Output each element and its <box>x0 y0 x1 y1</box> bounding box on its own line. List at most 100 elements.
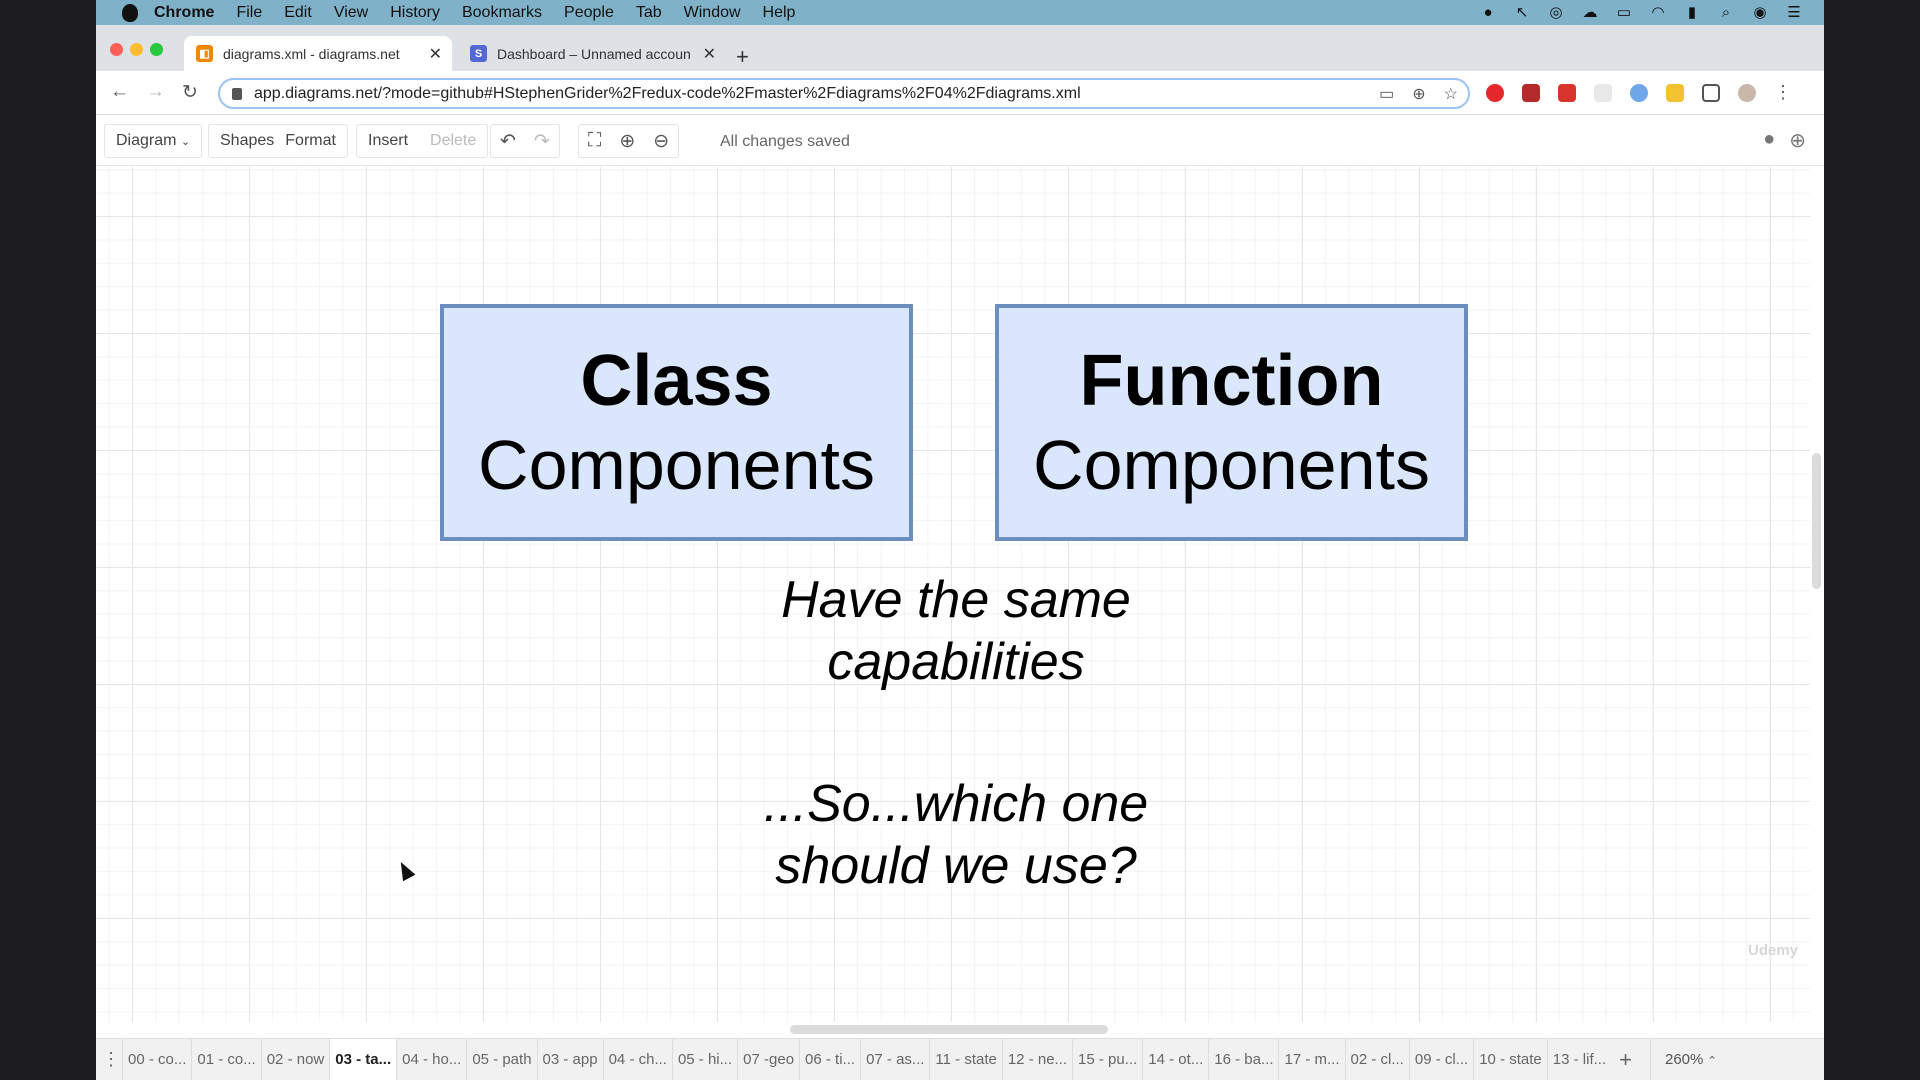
delete-button[interactable]: Delete <box>419 132 487 150</box>
url-text[interactable]: app.diagrams.net/?mode=github#HStephenGr… <box>254 85 1081 103</box>
menu-tab[interactable]: Tab <box>636 4 662 22</box>
siri-icon[interactable]: ◉ <box>1750 3 1770 21</box>
display-icon[interactable]: ▭ <box>1614 3 1634 21</box>
apple-logo-icon[interactable] <box>122 3 138 22</box>
undo-icon[interactable]: ↶ <box>491 130 525 153</box>
redo-icon[interactable]: ↷ <box>525 130 559 153</box>
bookmark-star-icon[interactable]: ☆ <box>1444 84 1458 104</box>
page-tab[interactable]: 07 - as... <box>860 1038 929 1080</box>
wifi-icon[interactable]: ◠ <box>1648 3 1668 21</box>
diagram-toolbar: Diagram ⌄ Shapes Format Insert Delete ↶ … <box>96 116 1824 166</box>
page-tab[interactable]: 00 - co... <box>122 1038 191 1080</box>
reading-list-icon[interactable] <box>1702 83 1720 102</box>
cast-icon[interactable]: ▭ <box>1379 84 1394 104</box>
zoom-level[interactable]: 260% ⌃ <box>1649 1038 1717 1080</box>
reload-icon[interactable]: ↻ <box>182 81 198 104</box>
new-tab-button[interactable]: + <box>736 44 749 70</box>
app-status-icon[interactable]: ● <box>1478 3 1498 21</box>
close-window-icon[interactable] <box>110 43 123 56</box>
menu-help[interactable]: Help <box>763 4 796 22</box>
page-tab[interactable]: 02 - cl... <box>1344 1038 1409 1080</box>
page-tab-active[interactable]: 03 - ta... <box>329 1038 397 1080</box>
shapes-format-group: Shapes Format <box>208 124 348 158</box>
glasses-icon[interactable]: ◎ <box>1546 3 1566 21</box>
extension-badge-icon[interactable] <box>1522 83 1540 102</box>
cursor-status-icon[interactable]: ↖ <box>1512 3 1532 21</box>
page-tab[interactable]: 04 - ho... <box>396 1038 466 1080</box>
menu-window[interactable]: Window <box>684 4 741 22</box>
tab-diagrams[interactable]: ◧ diagrams.xml - diagrams.net ✕ <box>184 36 452 71</box>
menu-edit[interactable]: Edit <box>284 4 312 22</box>
diagram-menu-button[interactable]: Diagram ⌄ <box>105 132 201 150</box>
chevron-up-icon: ⌃ <box>1707 1054 1717 1067</box>
macos-menu-bar: Chrome File Edit View History Bookmarks … <box>96 0 1824 25</box>
fullscreen-icon[interactable]: ⛶ <box>579 130 610 152</box>
extension-css-icon[interactable] <box>1666 83 1684 102</box>
class-components-box[interactable]: Class Components <box>440 304 913 541</box>
menu-history[interactable]: History <box>390 4 440 22</box>
vertical-scrollbar[interactable] <box>1812 453 1821 589</box>
page-tab[interactable]: 15 - pu... <box>1072 1038 1142 1080</box>
zoom-level-value: 260% <box>1664 1050 1704 1068</box>
battery-icon[interactable]: ▮ <box>1682 3 1702 21</box>
notification-center-icon[interactable]: ☰ <box>1784 3 1804 21</box>
menu-app-name[interactable]: Chrome <box>154 4 214 22</box>
page-tab[interactable]: 04 - ch... <box>602 1038 672 1080</box>
mouse-pointer-icon <box>394 858 416 882</box>
page-tab[interactable]: 14 - ot... <box>1142 1038 1208 1080</box>
minimize-window-icon[interactable] <box>130 43 143 56</box>
page-tab[interactable]: 13 - lif... <box>1546 1038 1611 1080</box>
page-tab[interactable]: 12 - ne... <box>1001 1038 1072 1080</box>
lock-icon[interactable] <box>232 87 242 100</box>
chrome-menu-icon[interactable]: ⋮ <box>1774 82 1792 103</box>
profile-avatar-icon[interactable] <box>1738 83 1756 102</box>
menu-view[interactable]: View <box>334 4 368 22</box>
page-tab[interactable]: 17 - m... <box>1278 1038 1344 1080</box>
page-tab[interactable]: 03 - app <box>536 1038 603 1080</box>
add-page-icon[interactable]: + <box>1619 1047 1632 1073</box>
page-tab[interactable]: 02 - now <box>260 1038 330 1080</box>
capabilities-caption[interactable]: Have the same capabilities <box>656 569 1256 693</box>
page-tab[interactable]: 06 - ti... <box>799 1038 860 1080</box>
shapes-button[interactable]: Shapes <box>209 132 285 150</box>
insert-button[interactable]: Insert <box>357 132 419 150</box>
horizontal-scrollbar[interactable] <box>790 1025 1108 1034</box>
screen: Chrome File Edit View History Bookmarks … <box>96 0 1824 1080</box>
menu-people[interactable]: People <box>564 4 614 22</box>
extension-shield-icon[interactable] <box>1486 83 1504 102</box>
cloud-icon[interactable]: ☁ <box>1580 3 1600 21</box>
tab-dashboard[interactable]: S Dashboard – Unnamed accoun ✕ <box>458 36 726 71</box>
diagram-canvas[interactable]: Class Components Function Components Hav… <box>96 167 1810 1022</box>
extension-blue-icon[interactable] <box>1630 83 1648 102</box>
zoom-out-icon[interactable]: ⊖ <box>644 130 678 153</box>
function-components-box[interactable]: Function Components <box>995 304 1468 541</box>
extension-gray-icon[interactable] <box>1594 83 1612 102</box>
user-icon[interactable]: ● <box>1763 128 1775 153</box>
pages-menu-icon[interactable]: ⋮ <box>100 1049 122 1070</box>
page-tab[interactable]: 05 - path <box>466 1038 536 1080</box>
page-tab[interactable]: 10 - state <box>1473 1038 1547 1080</box>
zoom-window-icon[interactable] <box>150 43 163 56</box>
page-tab[interactable]: 11 - state <box>929 1038 1001 1080</box>
install-app-icon[interactable]: ⊕ <box>1412 84 1425 104</box>
spotlight-search-icon[interactable]: ⌕ <box>1716 3 1736 21</box>
menu-bookmarks[interactable]: Bookmarks <box>462 4 542 22</box>
which-one-caption[interactable]: ...So...which one should we use? <box>656 773 1256 897</box>
close-tab-icon[interactable]: ✕ <box>703 44 716 64</box>
back-arrow-icon[interactable]: ← <box>110 81 129 103</box>
address-bar[interactable]: app.diagrams.net/?mode=github#HStephenGr… <box>218 78 1470 109</box>
zoom-in-icon[interactable]: ⊕ <box>610 130 644 153</box>
tab-title: diagrams.xml - diagrams.net <box>223 45 400 62</box>
menu-file[interactable]: File <box>236 4 262 22</box>
page-tab[interactable]: 09 - cl... <box>1408 1038 1473 1080</box>
forward-arrow-icon[interactable]: → <box>146 81 165 103</box>
page-tab[interactable]: 01 - co... <box>191 1038 260 1080</box>
format-button[interactable]: Format <box>285 132 347 150</box>
chevron-down-icon: ⌄ <box>180 136 191 148</box>
page-tab[interactable]: 05 - hi... <box>671 1038 737 1080</box>
extension-red-icon[interactable] <box>1558 83 1576 102</box>
close-tab-icon[interactable]: ✕ <box>429 44 442 64</box>
language-globe-icon[interactable]: ⊕ <box>1789 128 1806 153</box>
page-tab[interactable]: 07 -geo <box>737 1038 799 1080</box>
page-tab[interactable]: 16 - ba... <box>1208 1038 1278 1080</box>
